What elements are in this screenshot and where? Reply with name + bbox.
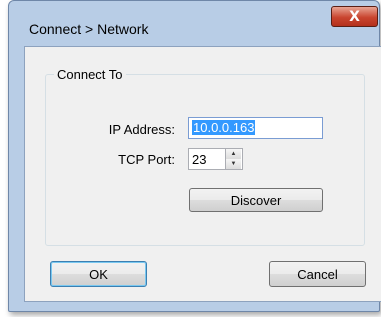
window-title: Connect > Network (29, 21, 149, 37)
spin-buttons: ▲ ▼ (225, 149, 242, 169)
dialog-window: Connect > Network X Connect To IP Addres… (8, 0, 381, 312)
cancel-button[interactable]: Cancel (269, 261, 366, 287)
ip-address-value: 10.0.0.163 (192, 120, 256, 135)
spin-down-icon[interactable]: ▼ (226, 159, 241, 169)
ip-address-label: IP Address: (108, 122, 175, 137)
ip-address-input[interactable]: 10.0.0.163 (188, 117, 323, 139)
close-icon: X (349, 8, 360, 25)
tcp-port-label: TCP Port: (118, 152, 175, 167)
tcp-port-value: 23 (192, 152, 207, 167)
ok-button[interactable]: OK (50, 261, 147, 287)
close-button[interactable]: X (331, 6, 378, 27)
dialog-body: Connect To IP Address: 10.0.0.163 TCP Po… (24, 46, 381, 302)
group-label: Connect To (54, 67, 126, 82)
tcp-port-stepper[interactable]: 23 ▲ ▼ (188, 148, 243, 170)
discover-button[interactable]: Discover (189, 188, 323, 212)
